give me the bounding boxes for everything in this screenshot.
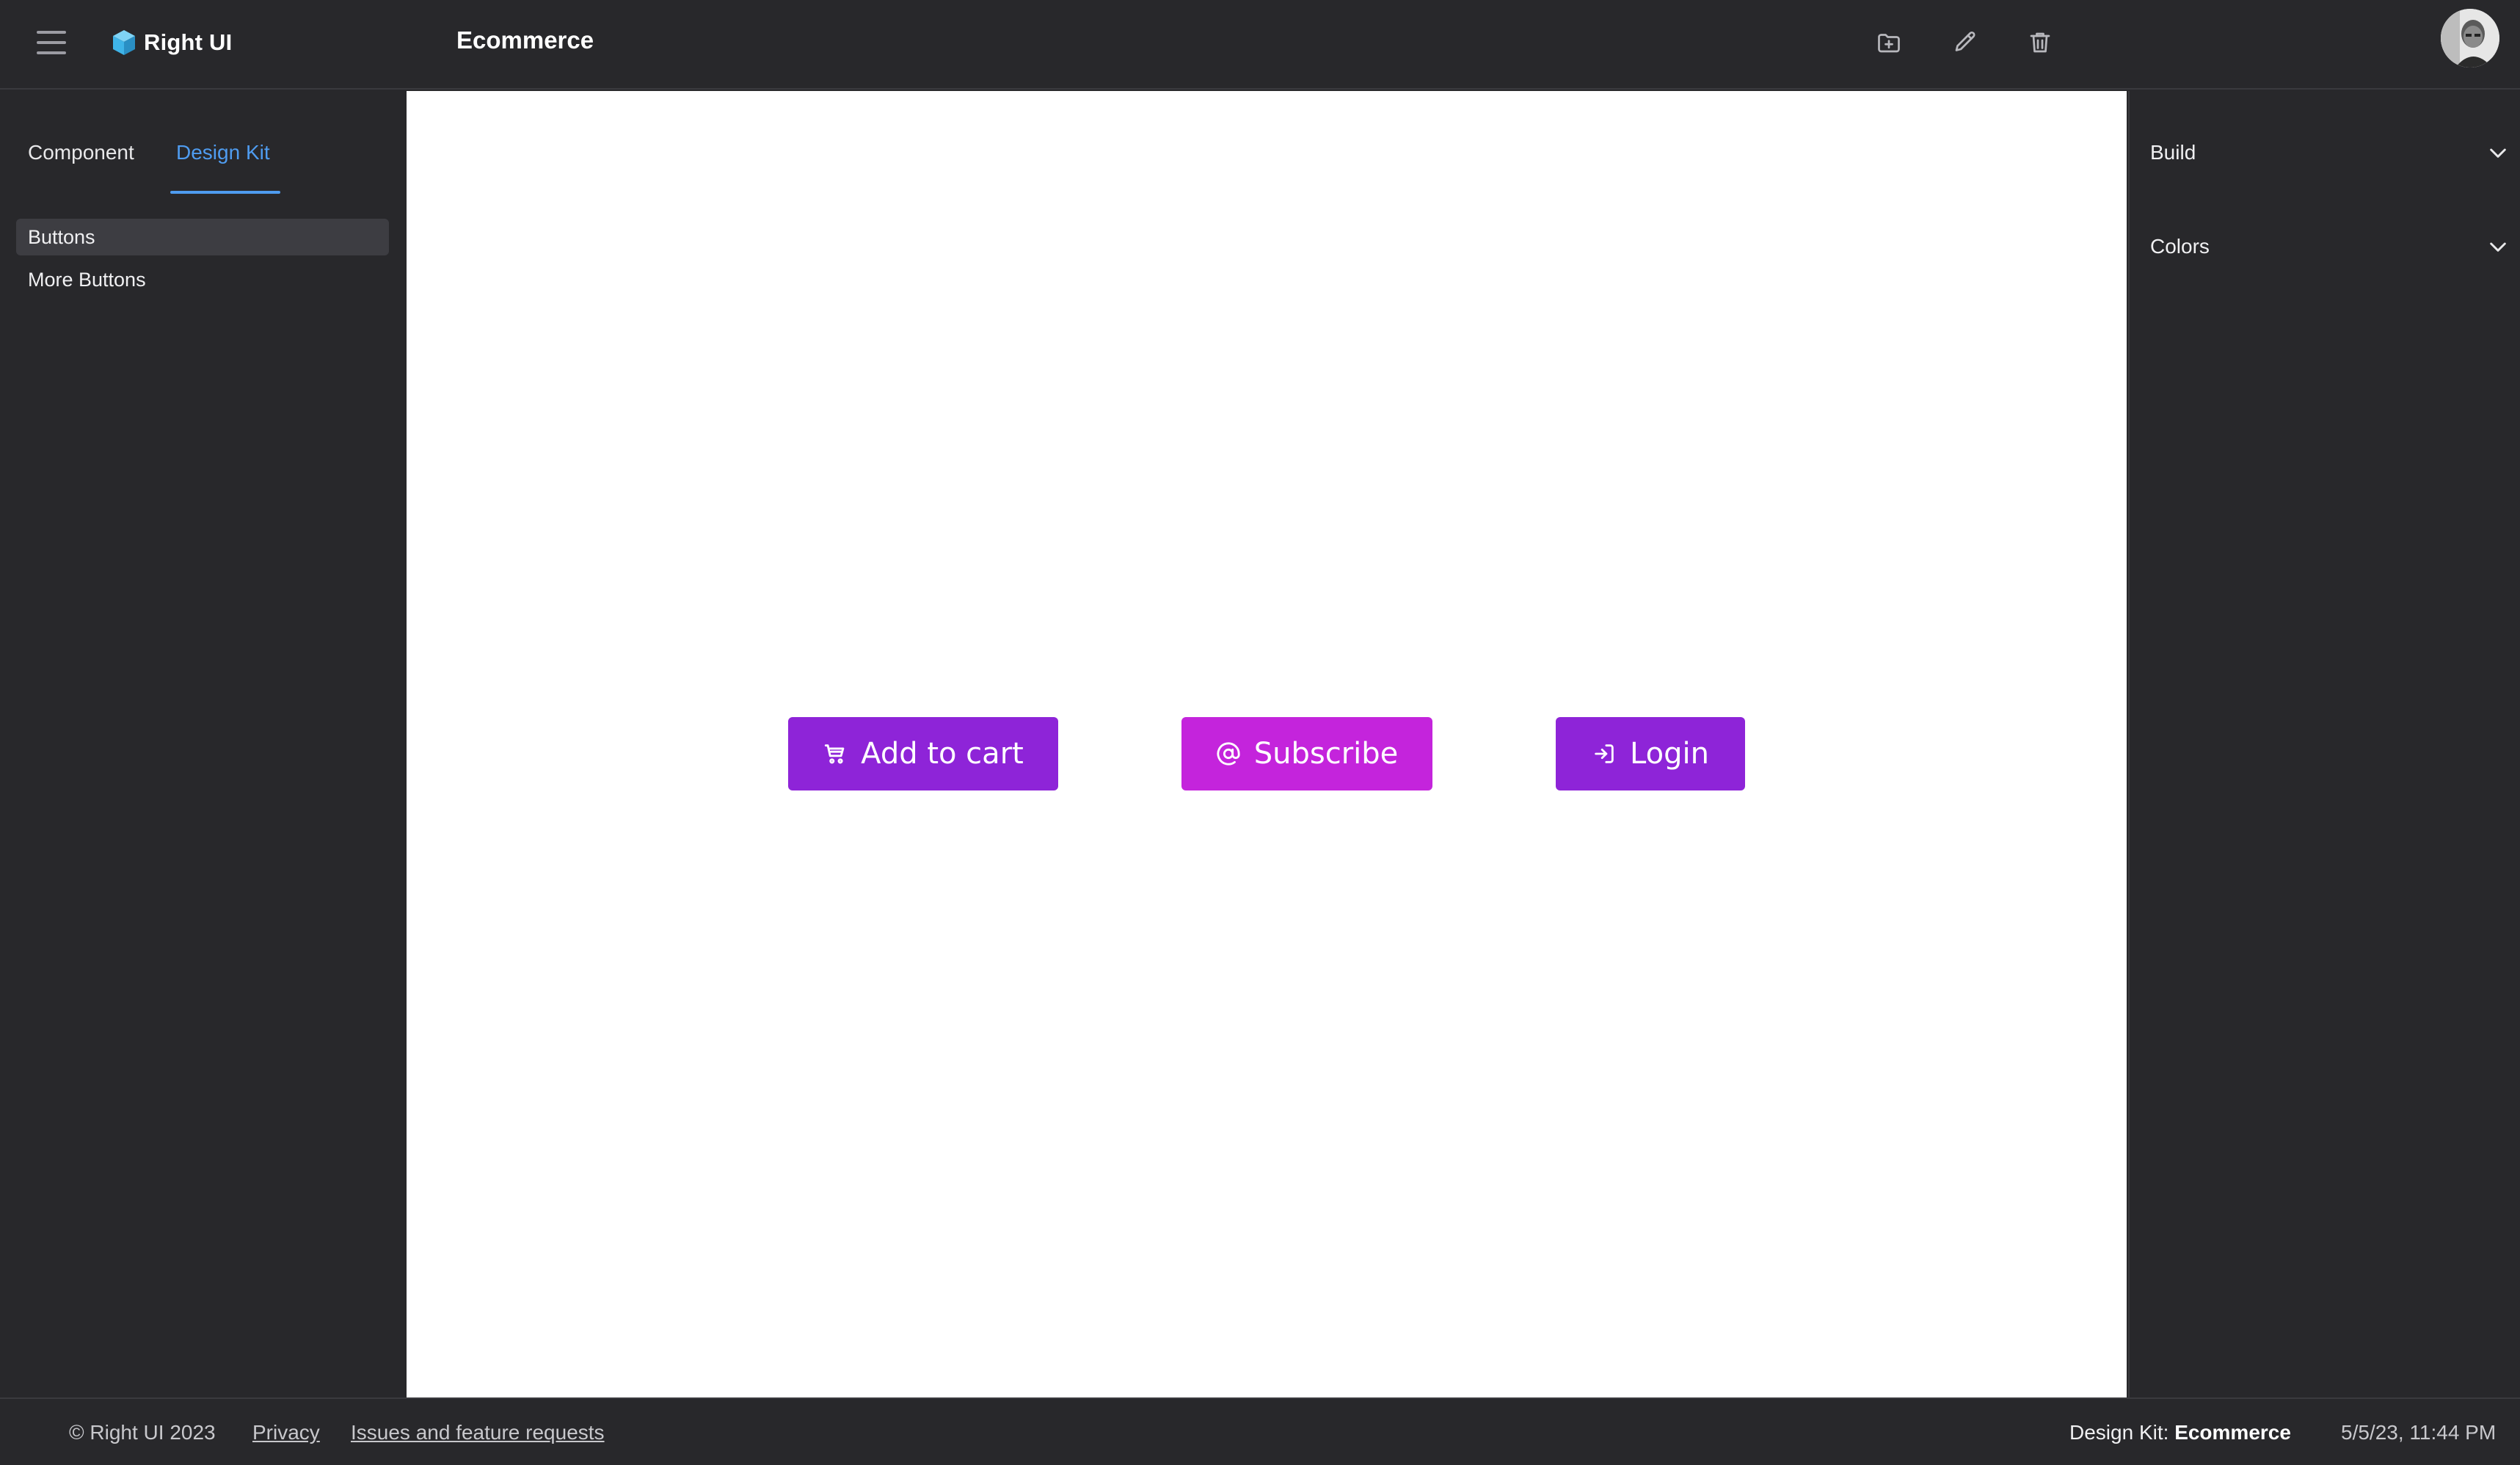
- page-title: Ecommerce: [456, 26, 594, 54]
- at-sign-icon: [1216, 741, 1241, 766]
- footer-kit-prefix: Design Kit:: [2069, 1421, 2169, 1444]
- avatar-portrait-icon: [2441, 9, 2499, 68]
- add-to-cart-label: Add to cart: [861, 737, 1024, 771]
- accordion-colors[interactable]: Colors: [2150, 225, 2510, 269]
- sidebar-item-more-buttons[interactable]: More Buttons: [16, 261, 389, 298]
- footer-copyright: © Right UI 2023: [69, 1421, 216, 1444]
- right-panel: Build Colors: [2128, 91, 2520, 1397]
- tab-component[interactable]: Component: [28, 135, 134, 194]
- accordion-colors-label: Colors: [2150, 235, 2210, 258]
- cube-logo-icon: [113, 30, 135, 55]
- hamburger-menu-icon[interactable]: [35, 28, 68, 57]
- app-window: Right UI Ecommerce Component Design Kit …: [0, 0, 2520, 1465]
- footer: © Right UI 2023 Privacy Issues and featu…: [0, 1397, 2520, 1465]
- tab-design-kit[interactable]: Design Kit: [176, 135, 270, 194]
- login-button[interactable]: Login: [1556, 717, 1745, 790]
- footer-design-kit: Design Kit: Ecommerce: [2069, 1421, 2291, 1444]
- sidebar-tabs: Component Design Kit: [0, 135, 405, 194]
- login-icon: [1592, 741, 1617, 766]
- sidebar-item-buttons[interactable]: Buttons: [16, 219, 389, 255]
- folder-plus-icon[interactable]: [1873, 26, 1905, 59]
- chevron-down-icon: [2490, 148, 2506, 158]
- add-to-cart-button[interactable]: Add to cart: [788, 717, 1058, 790]
- subscribe-button[interactable]: Subscribe: [1181, 717, 1432, 790]
- trash-icon[interactable]: [2024, 26, 2056, 59]
- footer-kit-name: Ecommerce: [2174, 1421, 2291, 1444]
- brand-name: Right UI: [144, 29, 233, 55]
- accordion-build[interactable]: Build: [2150, 131, 2510, 175]
- active-tab-indicator: [170, 191, 280, 194]
- footer-privacy-link[interactable]: Privacy: [252, 1421, 320, 1444]
- accordion-build-label: Build: [2150, 141, 2196, 164]
- user-avatar[interactable]: [2441, 9, 2499, 68]
- login-label: Login: [1630, 737, 1709, 771]
- chevron-down-icon: [2490, 242, 2506, 252]
- top-bar: Right UI Ecommerce: [0, 0, 2520, 90]
- footer-timestamp: 5/5/23, 11:44 PM: [2341, 1421, 2497, 1444]
- sidebar-nav-list: Buttons More Buttons: [16, 219, 389, 304]
- subscribe-label: Subscribe: [1253, 737, 1399, 771]
- preview-canvas: Add to cart Subscribe Login: [407, 91, 2127, 1397]
- pencil-icon[interactable]: [1949, 26, 1981, 59]
- cart-icon: [823, 741, 848, 766]
- footer-issues-link[interactable]: Issues and feature requests: [351, 1421, 605, 1444]
- brand-logo[interactable]: Right UI: [112, 25, 232, 60]
- left-sidebar: Component Design Kit Buttons More Button…: [0, 91, 405, 1397]
